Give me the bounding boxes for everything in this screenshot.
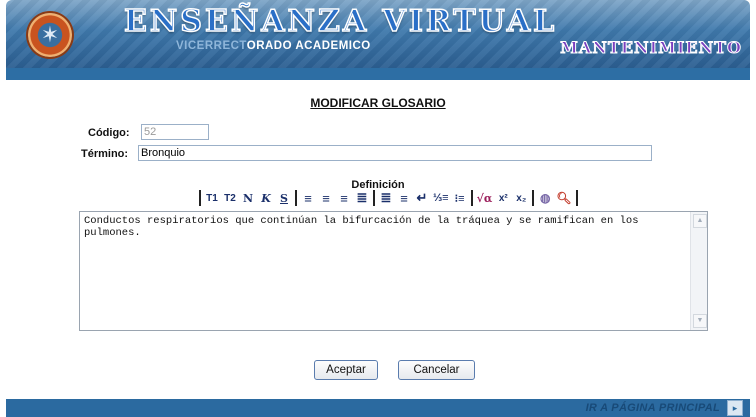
section-title: MANTENIMIENTO (560, 38, 742, 58)
app-subtitle: VICERRECTORADO ACADEMICO (176, 40, 371, 52)
indent-icon[interactable]: ≣ (377, 190, 395, 206)
align-left-icon[interactable]: ≡ (299, 190, 317, 206)
palette-icon[interactable]: ◍ (536, 190, 554, 206)
definicion-editor[interactable]: Conductos respiratorios que continúan la… (79, 211, 708, 331)
page-title: MODIFICAR GLOSARIO (310, 96, 446, 110)
header-divider (6, 68, 750, 80)
codigo-field[interactable] (141, 124, 209, 140)
footer-bar: IR A PÁGINA PRINCIPAL ▸ (6, 399, 750, 417)
home-link[interactable]: IR A PÁGINA PRINCIPAL (586, 402, 720, 414)
line-break-icon[interactable]: ↵ (413, 190, 431, 206)
header-banner: ✶ ENSEÑANZA VIRTUAL VICERRECTORADO ACADE… (6, 0, 750, 68)
termino-label: Término: (81, 148, 129, 160)
numbered-list-icon[interactable]: ⅓≡ (431, 190, 451, 206)
heading2-button[interactable]: T2 (221, 190, 239, 206)
home-icon[interactable]: ▸ (727, 400, 743, 416)
codigo-label: Código: (88, 127, 130, 139)
definicion-text[interactable]: Conductos respiratorios que continúan la… (84, 215, 684, 239)
toolbar-separator (575, 190, 578, 206)
toolbar-separator (295, 190, 297, 206)
toolbar-separator (199, 190, 201, 206)
toolbar-separator (373, 190, 375, 206)
cancel-button[interactable]: Cancelar (398, 360, 475, 380)
subscript-button[interactable]: x₂ (512, 190, 530, 206)
scroll-up-icon[interactable]: ▲ (693, 214, 707, 228)
superscript-button[interactable]: x² (494, 190, 512, 206)
toolbar-separator (532, 190, 535, 206)
align-center-icon[interactable]: ≡ (317, 190, 335, 206)
heading1-button[interactable]: T1 (203, 190, 221, 206)
editor-scrollbar[interactable]: ▲ ▼ (690, 212, 707, 330)
editor-toolbar: T1 T2 N K S ≡ ≡ ≡ ≣ ≣ ≡ ↵ ⅓≡ ⁝≡ √α x² x₂… (197, 189, 580, 207)
underline-button[interactable]: S (275, 190, 293, 206)
search-icon[interactable]: 🔍︎ (554, 190, 573, 206)
align-right-icon[interactable]: ≡ (335, 190, 353, 206)
outdent-icon[interactable]: ≡ (395, 190, 413, 206)
bold-button[interactable]: N (239, 190, 257, 206)
termino-field[interactable] (138, 145, 652, 161)
toolbar-separator (470, 190, 473, 206)
accept-button[interactable]: Aceptar (314, 360, 378, 380)
app-title: ENSEÑANZA VIRTUAL (123, 3, 558, 40)
scroll-down-icon[interactable]: ▼ (693, 314, 707, 328)
university-seal-icon: ✶ (28, 13, 72, 57)
sqrt-button[interactable]: √α (475, 190, 495, 206)
italic-button[interactable]: K (257, 190, 275, 206)
bullet-list-icon[interactable]: ⁝≡ (451, 190, 469, 206)
align-justify-icon[interactable]: ≣ (353, 190, 371, 206)
